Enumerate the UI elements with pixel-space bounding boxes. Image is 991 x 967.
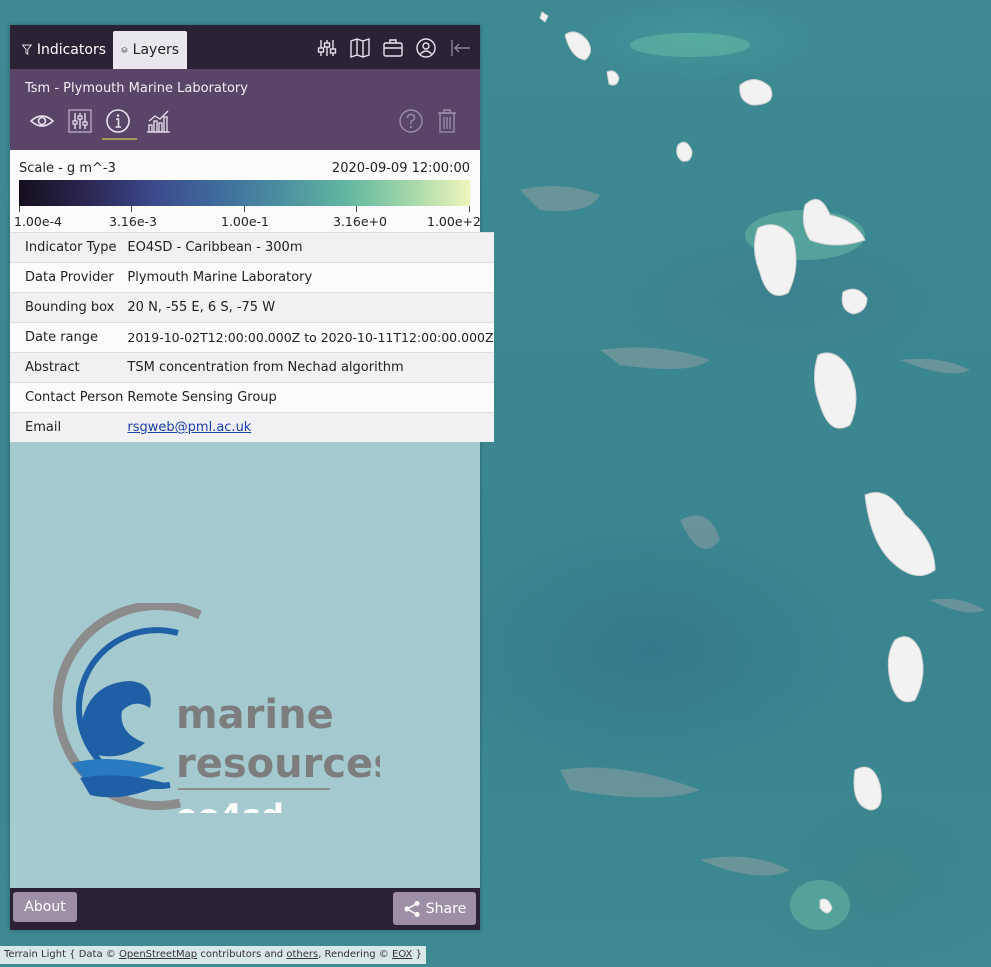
row-label: Contact Person [10,382,124,413]
scale-tick-label: 1.00e-4 [14,214,62,229]
row-label: Email [10,412,124,442]
others-link[interactable]: others [286,949,318,960]
row-value: 2019-10-02T12:00:00.000Z to 2020-10-11T1… [123,322,494,353]
table-row: Data Provider Plymouth Marine Laboratory [10,262,494,293]
layer-title: Tsm - Plymouth Marine Laboratory [25,81,248,96]
sliders-icon[interactable] [316,37,338,59]
tab-layers[interactable]: Layers [113,31,187,69]
logo-text-marine: marine [176,692,334,738]
scale-tick-label: 3.16e-3 [109,214,157,229]
row-label: Abstract [10,352,124,383]
panel-footer: About Share [10,888,480,930]
map-attribution: Terrain Light { Data © OpenStreetMap con… [0,946,426,964]
logo-text-resources: resources [176,741,380,787]
attribution-prefix: Terrain Light { Data © [4,949,116,960]
row-value: Plymouth Marine Laboratory [123,262,494,293]
help-icon[interactable] [397,107,425,135]
active-tab-indicator [102,138,137,140]
chart-icon[interactable] [144,107,172,135]
row-value: TSM concentration from Nechad algorithm [123,352,494,383]
table-row: Date range 2019-10-02T12:00:00.000Z to 20… [10,322,494,353]
layer-header: Tsm - Plymouth Marine Laboratory [10,69,480,150]
scale-tick-label: 3.16e+0 [333,214,387,229]
info-icon[interactable] [104,107,132,135]
row-label: Date range [10,322,124,353]
scale-tick [244,206,245,212]
eox-link[interactable]: EOX [392,949,412,960]
side-panel: Indicators Layers Tsm - Plymouth Marine … [10,25,494,930]
row-value: Remote Sensing Group [123,382,494,413]
tab-layers-label: Layers [132,42,179,58]
scale-tick-label: 1.00e+2 [427,214,481,229]
collapse-panel-icon[interactable] [450,37,472,59]
briefcase-icon[interactable] [382,37,404,59]
scale-tick [469,206,470,212]
row-value: rsgweb@pml.ac.uk [123,412,494,442]
table-row: Abstract TSM concentration from Nechad al… [10,352,494,383]
color-scale: Scale - g m^-3 2020-09-09 12:00:00 1.00e… [10,150,481,232]
table-row: Bounding box 20 N, -55 E, 6 S, -75 W [10,292,494,323]
logo-text-eo4sd: eo4sd [176,797,284,813]
row-value: 20 N, -55 E, 6 S, -75 W [123,292,494,323]
attribution-suffix: } [415,949,422,960]
about-button[interactable]: About [13,892,77,922]
email-link[interactable]: rsgweb@pml.ac.uk [127,420,251,435]
row-value: EO4SD - Caribbean - 300m [123,232,494,263]
filter-icon [22,44,32,56]
share-button[interactable]: Share [393,892,476,925]
share-label: Share [425,900,467,917]
scale-title: Scale - g m^-3 [19,161,116,176]
scale-date: 2020-09-09 12:00:00 [331,161,470,176]
row-label: Bounding box [10,292,124,323]
tab-indicators-label: Indicators [36,42,106,58]
delete-icon[interactable] [433,107,461,135]
row-label: Indicator Type [10,232,124,263]
table-row: Contact Person Remote Sensing Group [10,382,494,413]
marine-resources-logo: marine resources eo4sd [53,603,380,813]
user-icon[interactable] [415,37,437,59]
scale-tick-label: 1.00e-1 [221,214,269,229]
scale-tick [131,206,132,212]
scale-tick [356,206,357,212]
attribution-rendering: , Rendering © [318,949,389,960]
openstreetmap-link[interactable]: OpenStreetMap [119,949,197,960]
attribution-middle: contributors and [200,949,284,960]
eye-icon[interactable] [28,107,56,135]
panel-topbar: Indicators Layers [10,25,480,69]
table-row: Email rsgweb@pml.ac.uk [10,412,494,442]
scale-colorbar [19,180,470,206]
share-icon [404,900,420,917]
map-icon[interactable] [349,37,371,59]
layers-icon [121,46,128,54]
layer-info-table: Indicator Type EO4SD - Caribbean - 300m D… [10,232,494,442]
table-row: Indicator Type EO4SD - Caribbean - 300m [10,232,494,263]
tab-indicators[interactable]: Indicators [14,31,114,69]
row-label: Data Provider [10,262,124,293]
scale-tick [19,206,20,212]
adjust-icon[interactable] [66,107,94,135]
